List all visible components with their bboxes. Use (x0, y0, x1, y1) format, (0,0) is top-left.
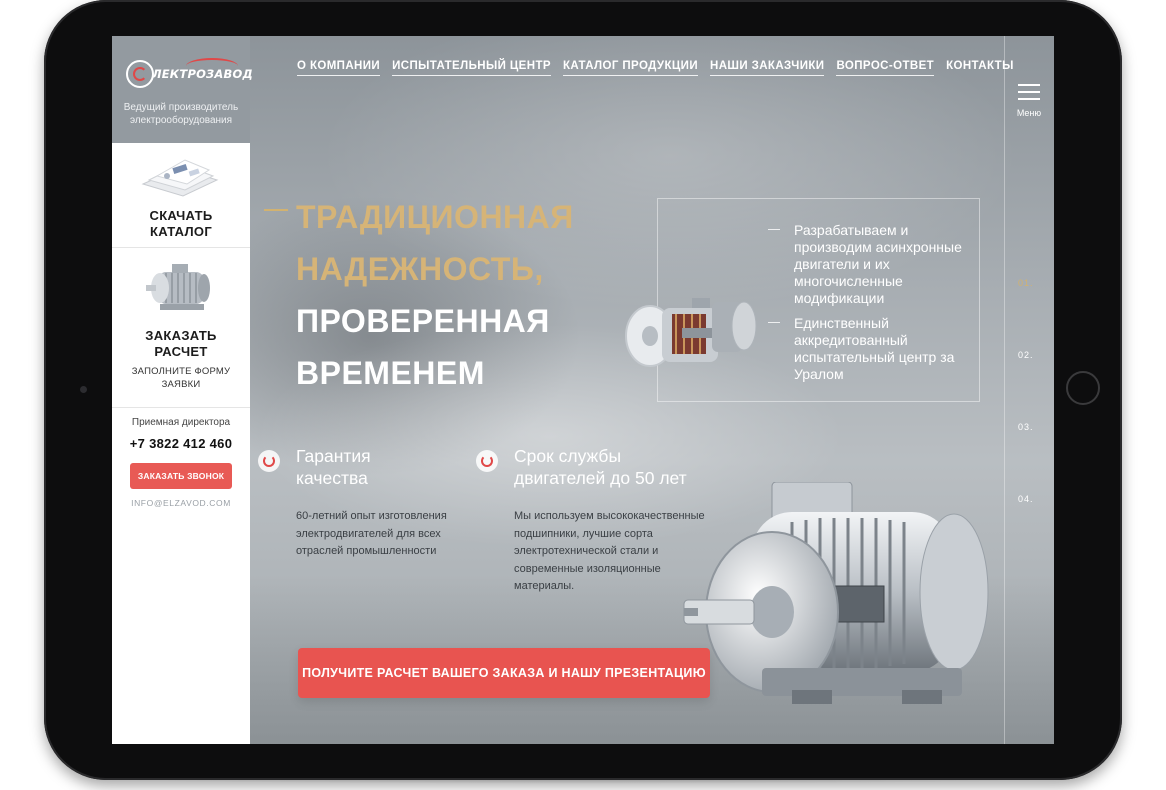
logo-emblem-icon (126, 60, 154, 88)
cutaway-motor-image (625, 298, 757, 367)
quality-icon (258, 450, 280, 472)
lifespan-icon (476, 450, 498, 472)
logo-block: ЛЕКТРОЗАВОД Ведущий производитель электр… (112, 36, 253, 143)
nav-item-about[interactable]: О КОМПАНИИ (297, 60, 381, 76)
tablet-home-button[interactable] (1066, 371, 1100, 405)
advantage-1-title-line2: качества (296, 468, 368, 488)
order-calc-sub-line1: ЗАПОЛНИТЕ ФОРМУ (131, 366, 231, 377)
advantage-1-title-line1: Гарантия (296, 446, 371, 466)
feature-dash (768, 229, 780, 230)
feature-dash (768, 322, 780, 323)
hero-line-2: НАДЕЖНОСТЬ, (296, 251, 544, 287)
feature-item-2: Единственный аккредитованный испытательн… (794, 315, 955, 382)
hero-heading: ТРАДИЦИОННАЯ НАДЕЖНОСТЬ, ПРОВЕРЕННАЯ ВРЕ… (296, 191, 574, 399)
order-calc-sub-line2: ЗАЯВКИ (161, 379, 201, 390)
nav-item-catalog[interactable]: КАТАЛОГ ПРОДУКЦИИ (562, 60, 698, 76)
slide-indicator-2[interactable]: 02. (1018, 350, 1034, 360)
tablet-camera (80, 386, 87, 393)
main-nav: О КОМПАНИИ ИСПЫТАТЕЛЬНЫЙ ЦЕНТР КАТАЛОГ П… (297, 60, 1026, 76)
logo-text: ЛЕКТРОЗАВОД (152, 67, 253, 81)
download-catalog-line1: СКАЧАТЬ (149, 208, 213, 223)
slide-indicator-1[interactable]: 01. (1018, 278, 1034, 288)
sidebar: ЛЕКТРОЗАВОД Ведущий производитель электр… (112, 36, 253, 744)
order-calc-line2: РАСЧЕТ (154, 344, 208, 359)
logo[interactable]: ЛЕКТРОЗАВОД (126, 56, 253, 94)
nav-item-test-center[interactable]: ИСПЫТАТЕЛЬНЫЙ ЦЕНТР (392, 60, 551, 76)
right-rail-line (1004, 36, 1005, 744)
hero-line-4: ВРЕМЕНЕМ (296, 355, 485, 391)
download-catalog-line2: КАТАЛОГ (149, 224, 213, 239)
hamburger-menu-icon[interactable] (1018, 84, 1040, 100)
slide-indicator-4[interactable]: 04. (1018, 494, 1034, 504)
advantage-2-title-line2: двигателей до 50 лет (514, 468, 687, 488)
call-request-button[interactable]: ЗАКАЗАТЬ ЗВОНОК (130, 463, 232, 489)
slide-indicator-3[interactable]: 03. (1018, 422, 1034, 432)
feature-item-1: Разрабатываем и производим асинхронные д… (794, 222, 962, 306)
sidebar-divider (112, 407, 250, 408)
advantage-2-title: Срок службы двигателей до 50 лет (514, 445, 687, 489)
nav-item-customers[interactable]: НАШИ ЗАКАЗЧИКИ (710, 60, 825, 76)
motor-image[interactable] (144, 260, 218, 318)
advantage-2-title-line1: Срок службы (514, 446, 622, 466)
advantage-1-title: Гарантия качества (296, 445, 371, 489)
request-presentation-button[interactable]: ПОЛУЧИТЕ РАСЧЕТ ВАШЕГО ЗАКАЗА И НАШУ ПРЕ… (298, 648, 710, 698)
order-calc-line1: ЗАКАЗАТЬ (145, 328, 217, 343)
download-catalog[interactable]: СКАЧАТЬ КАТАЛОГ (112, 208, 250, 240)
hero-dash (264, 209, 288, 211)
phone-number[interactable]: +7 3822 412 460 (112, 436, 250, 451)
email-link[interactable]: INFO@ELZAVOD.COM (112, 498, 250, 508)
hero-line-1: ТРАДИЦИОННАЯ (296, 199, 574, 235)
catalog-image[interactable] (139, 154, 221, 198)
reception-label: Приемная директора (131, 417, 231, 428)
hero-line-3: ПРОВЕРЕННАЯ (296, 303, 550, 339)
order-calculation[interactable]: ЗАКАЗАТЬ РАСЧЕТ ЗАПОЛНИТЕ ФОРМУ ЗАЯВКИ (112, 328, 250, 391)
menu-label[interactable]: Меню (1012, 108, 1046, 118)
screen: ЛЕКТРОЗАВОД Ведущий производитель электр… (112, 36, 1054, 744)
advantage-1-text: 60-летний опыт изготовления электродвига… (296, 510, 447, 557)
nav-item-faq[interactable]: ВОПРОС-ОТВЕТ (836, 60, 935, 76)
electric-motor-image (683, 482, 989, 704)
brand-tagline: Ведущий производитель электрооборудовани… (123, 102, 239, 126)
sidebar-divider (112, 247, 250, 248)
